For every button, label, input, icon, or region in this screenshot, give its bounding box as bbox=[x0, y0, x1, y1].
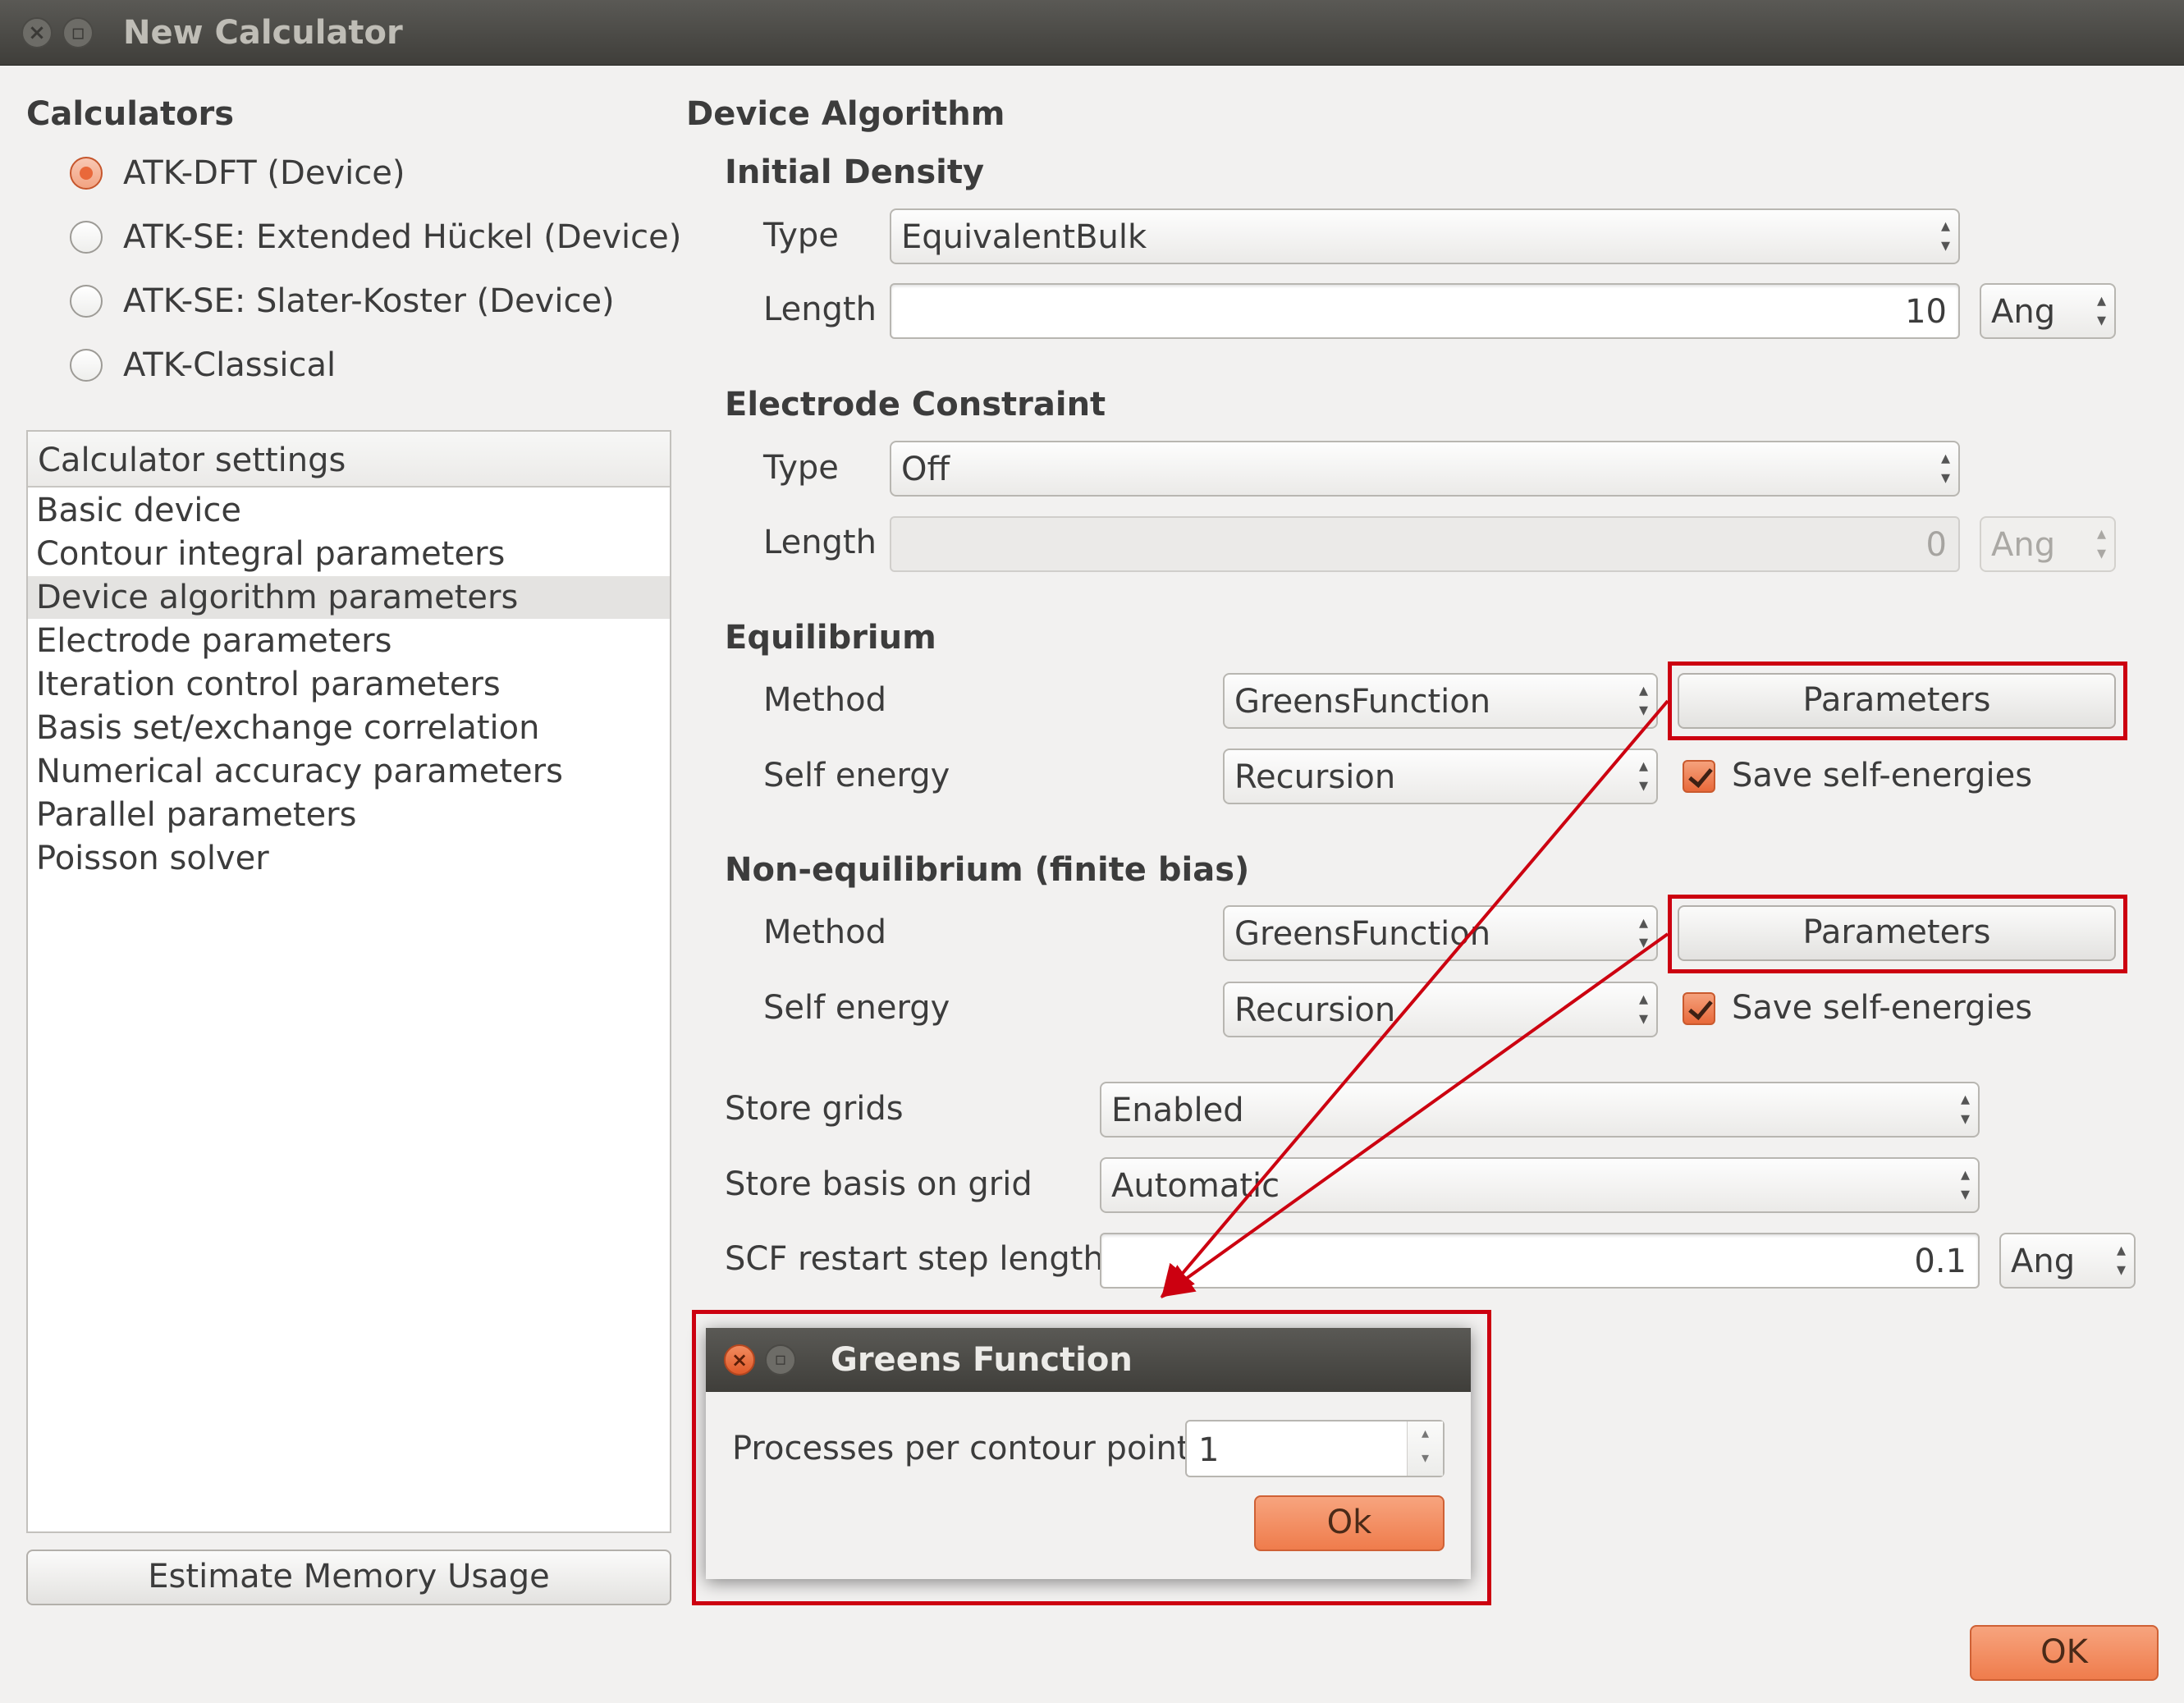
new-calculator-window: × ▫ New Calculator Calculators ATK-DFT (… bbox=[0, 0, 2184, 1703]
arrow-from-non-equilibrium-parameters bbox=[1160, 932, 1669, 1298]
annotation-arrows bbox=[1160, 699, 1669, 1299]
arrow-from-equilibrium-parameters bbox=[1161, 699, 1669, 1299]
